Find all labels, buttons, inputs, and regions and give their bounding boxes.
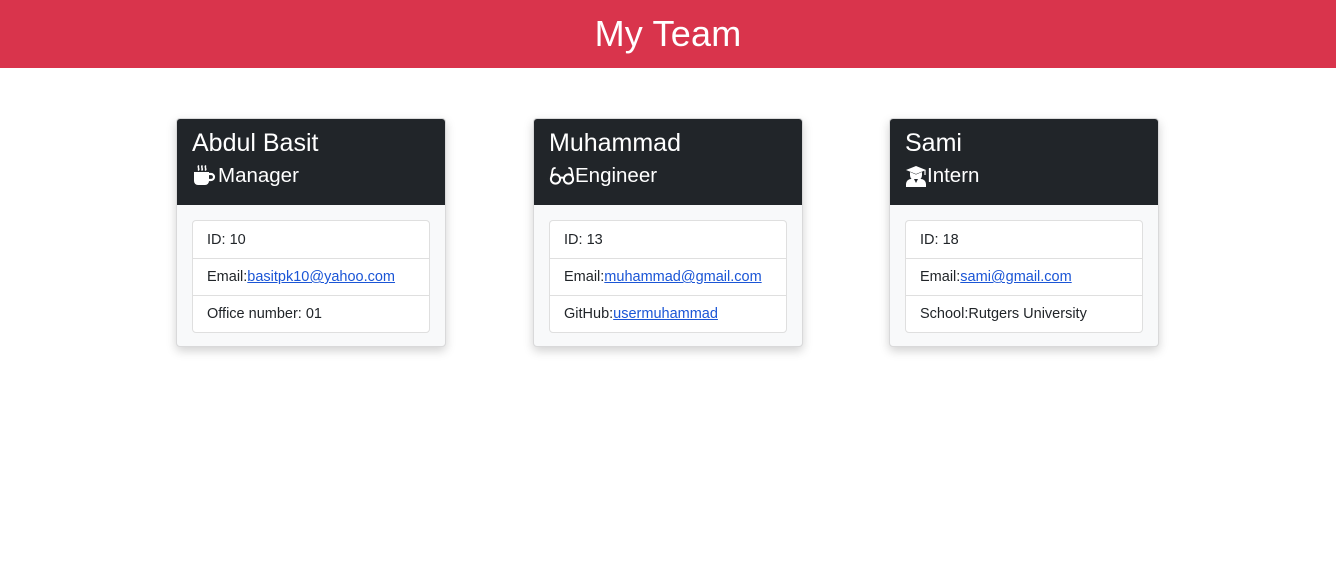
card-header: Sami Intern [890, 119, 1158, 205]
page-title: My Team [594, 13, 742, 54]
glasses-icon [549, 164, 575, 188]
id-label: ID: [564, 231, 587, 248]
email-label: Email: [207, 269, 248, 285]
school-item: School: Rutgers University [906, 295, 1142, 332]
team-cards: Abdul Basit Manager ID: 10 Email: basitp… [0, 68, 1336, 588]
card-header: Muhammad Engineer [534, 119, 802, 205]
github-item: GitHub: usermuhammad [550, 295, 786, 332]
office-number-item: Office number: 01 [193, 295, 429, 332]
email-link[interactable]: basitpk10@yahoo.com [247, 269, 395, 285]
employee-name: Sami [905, 129, 962, 157]
role-label: Intern [927, 164, 980, 187]
user-graduate-icon [905, 164, 927, 188]
employee-role: Engineer [549, 162, 787, 190]
id-label: ID: [920, 231, 943, 248]
school-value: Rutgers University [968, 306, 1087, 322]
employee-role: Manager [192, 162, 430, 190]
employee-role: Intern [905, 162, 1143, 190]
info-list: ID: 10 Email: basitpk10@yahoo.com Office … [192, 220, 430, 333]
office-number-label: Office number: [207, 306, 306, 322]
employee-card-intern: Sami Intern ID: 18 Email: sami@gmail.com… [889, 118, 1159, 347]
role-label: Engineer [575, 164, 658, 187]
mug-hot-icon [192, 164, 216, 188]
id-item: ID: 18 [906, 221, 1142, 258]
card-body: ID: 13 Email: muhammad@gmail.com GitHub: u… [534, 205, 802, 333]
email-link[interactable]: muhammad@gmail.com [604, 269, 761, 285]
id-item: ID: 10 [193, 221, 429, 258]
email-item: Email: basitpk10@yahoo.com [193, 258, 429, 295]
role-label: Manager [218, 164, 299, 187]
card-header: Abdul Basit Manager [177, 119, 445, 205]
email-item: Email: muhammad@gmail.com [550, 258, 786, 295]
email-item: Email: sami@gmail.com [906, 258, 1142, 295]
id-value: 10 [229, 231, 246, 248]
employee-name: Muhammad [549, 129, 681, 157]
id-value: 18 [942, 231, 959, 248]
office-number-value: 01 [305, 306, 322, 322]
info-list: ID: 13 Email: muhammad@gmail.com GitHub: u… [549, 220, 787, 333]
card-body: ID: 18 Email: sami@gmail.com School: Rutge… [890, 205, 1158, 333]
id-item: ID: 13 [550, 221, 786, 258]
id-value: 13 [586, 231, 603, 248]
id-label: ID: [207, 231, 230, 248]
info-list: ID: 18 Email: sami@gmail.com School: Rutge… [905, 220, 1143, 333]
email-label: Email: [920, 269, 961, 285]
email-label: Email: [564, 269, 605, 285]
email-link[interactable]: sami@gmail.com [960, 269, 1071, 285]
school-label: School: [920, 306, 969, 322]
github-link[interactable]: usermuhammad [613, 306, 718, 322]
employee-card-engineer: Muhammad Engineer ID: 13 Email: muhammad… [533, 118, 803, 347]
employee-card-manager: Abdul Basit Manager ID: 10 Email: basitp… [176, 118, 446, 347]
github-label: GitHub: [564, 306, 614, 322]
card-body: ID: 10 Email: basitpk10@yahoo.com Office … [177, 205, 445, 333]
page-header: My Team [0, 0, 1336, 68]
employee-name: Abdul Basit [192, 129, 319, 157]
